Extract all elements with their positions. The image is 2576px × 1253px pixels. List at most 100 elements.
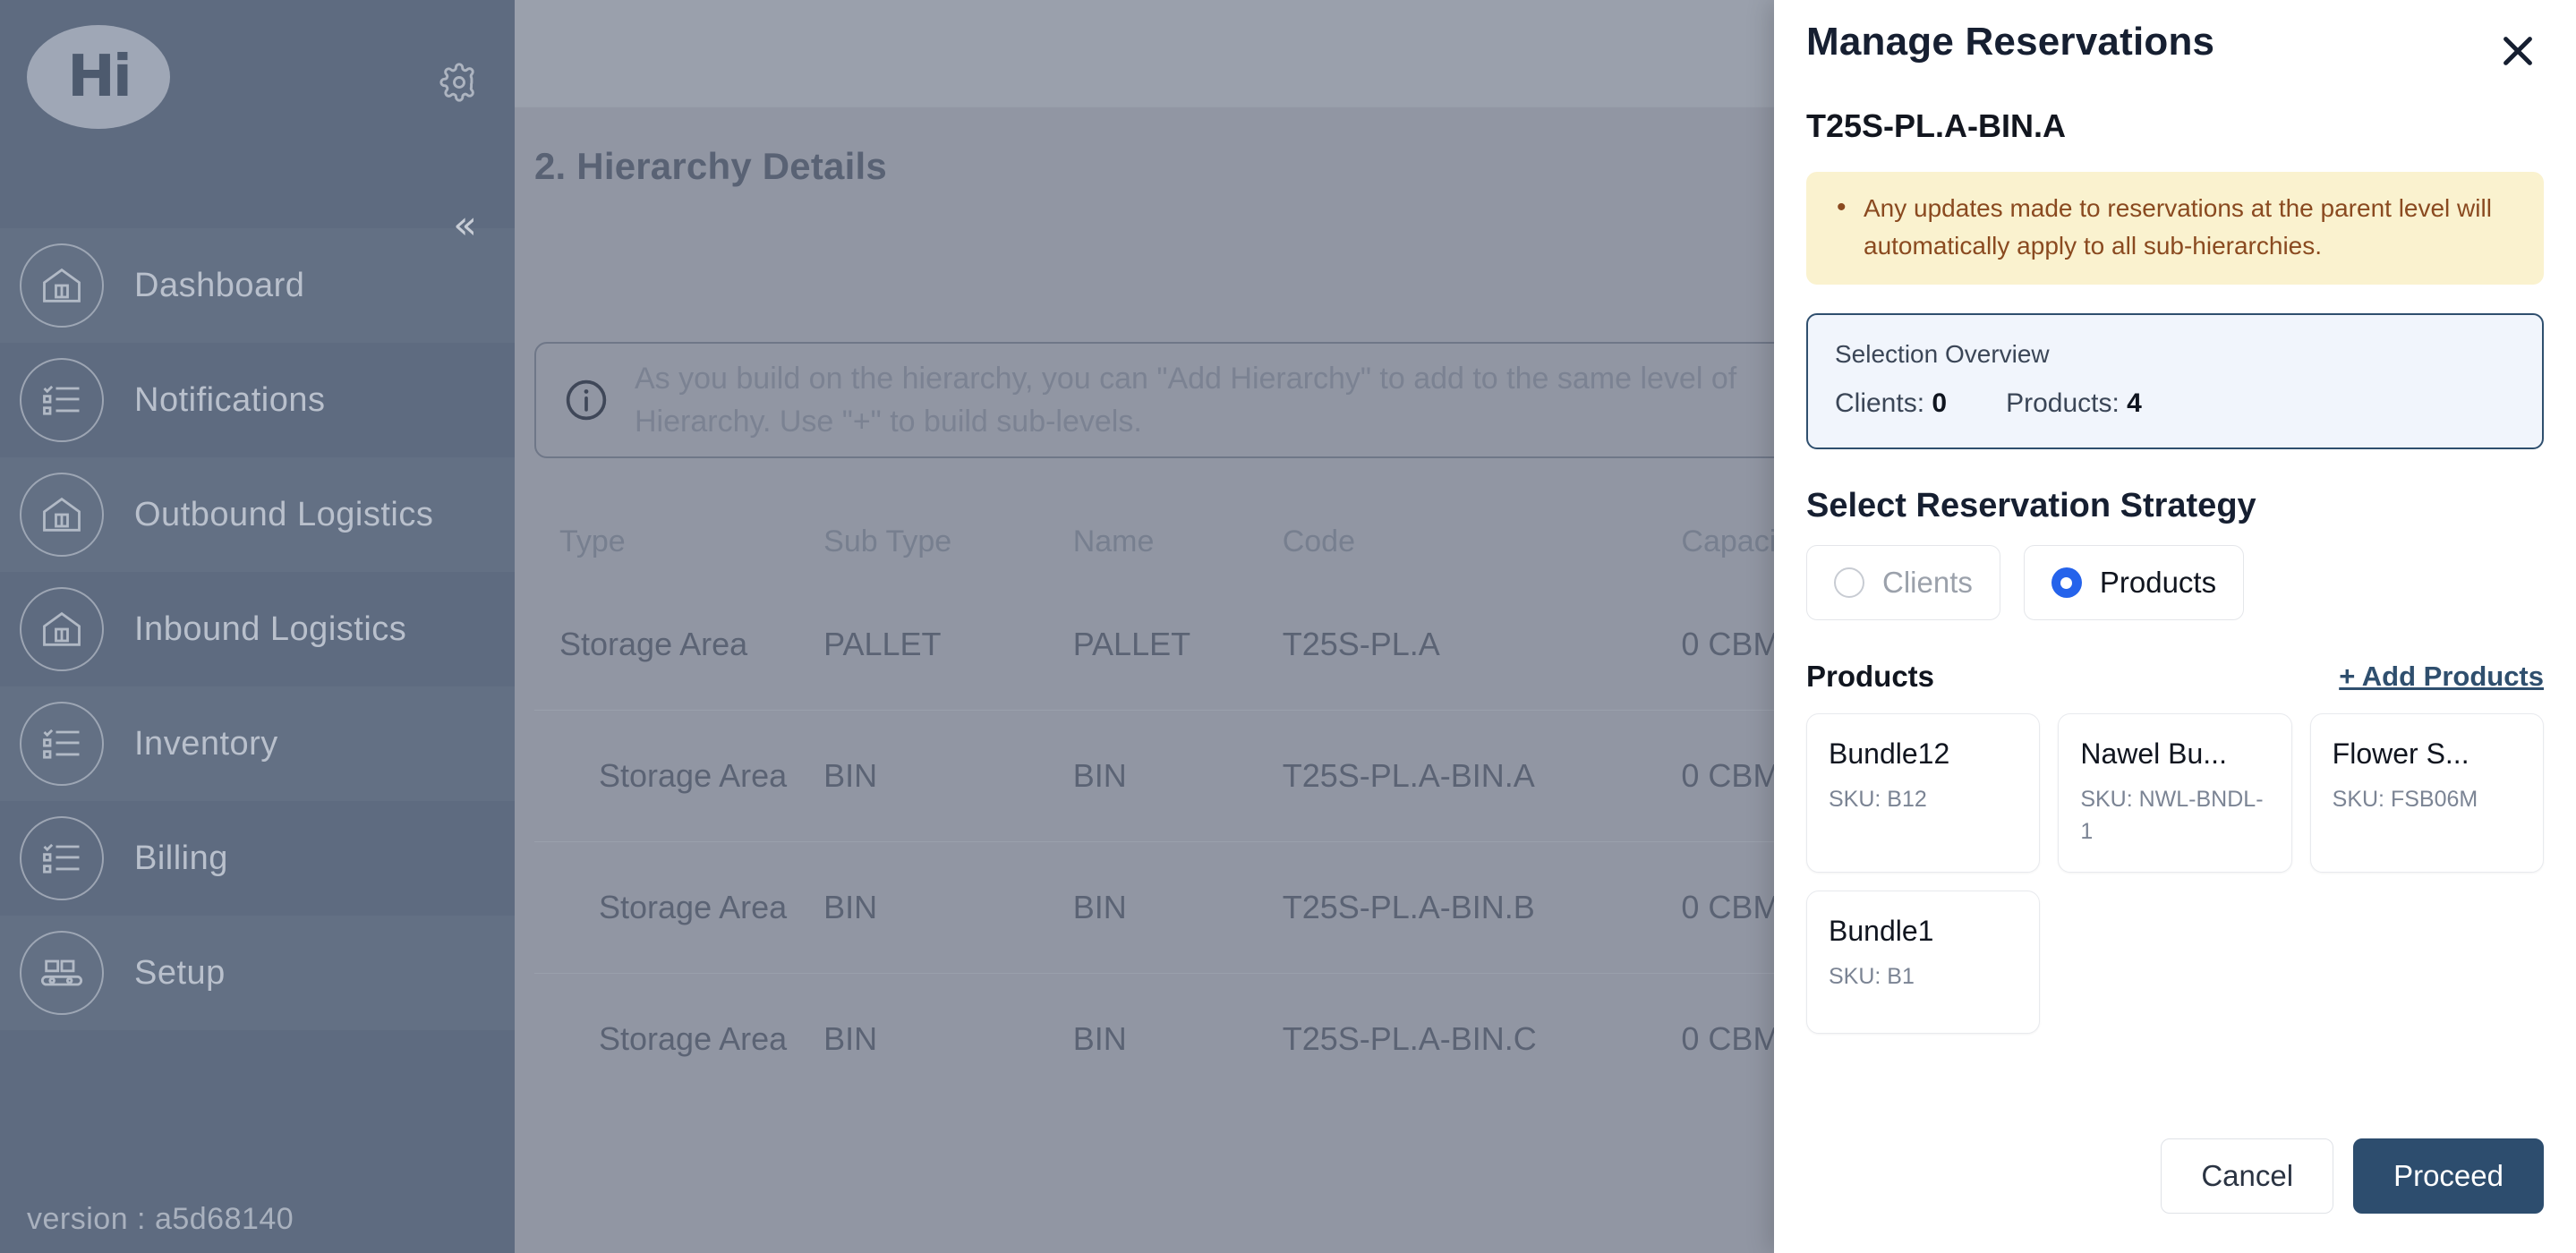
info-banner-text: As you build on the hierarchy, you can "… (635, 361, 1737, 439)
sidebar-item-notifications[interactable]: Notifications (0, 343, 515, 457)
column-header-type: Type (559, 524, 626, 558)
radio-unchecked-icon[interactable] (1834, 567, 1864, 598)
selection-overview-box: Selection Overview Clients: 0 Products: … (1806, 313, 2544, 449)
cell-sub-type: BIN (823, 710, 1073, 842)
warning-text: Any updates made to reservations at the … (1830, 187, 2521, 265)
strategy-option-products[interactable]: Products (2023, 545, 2245, 620)
cell-code: T25S-PL.A-BIN.A (1282, 710, 1682, 842)
sidebar-item-label: Billing (134, 839, 228, 877)
drawer-footer: Cancel Proceed (1806, 1138, 2544, 1253)
product-card[interactable]: Nawel Bu... SKU: NWL-BNDL-1 (2058, 713, 2292, 873)
logo-text: Hi (67, 44, 132, 110)
strategy-option-label: Clients (1882, 566, 1973, 599)
product-name: Nawel Bu... (2080, 737, 2227, 770)
gear-icon[interactable] (439, 63, 479, 102)
products-section-title: Products (1806, 660, 1935, 693)
sidebar-item-label: Setup (134, 953, 226, 992)
app-version: version : a5d68140 (27, 1202, 294, 1236)
sidebar-item-label: Dashboard (134, 266, 305, 304)
info-circle-icon (563, 377, 610, 423)
warning-banner: Any updates made to reservations at the … (1806, 172, 2544, 285)
product-sku: SKU: NWL-BNDL-1 (2080, 787, 2264, 845)
strategy-option-clients[interactable]: Clients (1806, 545, 2000, 620)
product-card[interactable]: Bundle1 SKU: B1 (1806, 890, 2041, 1034)
column-header-sub-type: Sub Type (823, 524, 952, 558)
table-row[interactable]: Storage Area BIN BIN T25S-PL.A-BIN.A 0 C… (534, 710, 1931, 842)
table-body: Storage Area PALLET PALLET T25S-PL.A 0 C… (534, 579, 1931, 1104)
sidebar-item-billing[interactable]: Billing (0, 801, 515, 916)
product-card[interactable]: Bundle12 SKU: B12 (1806, 713, 2041, 873)
cell-name: BIN (1072, 973, 1283, 1104)
app-logo: Hi (27, 25, 170, 129)
collapse-sidebar-icon[interactable]: « (453, 206, 477, 245)
sidebar-item-label: Notifications (134, 380, 326, 419)
selection-overview-title: Selection Overview (1835, 340, 2050, 368)
sidebar: Hi « Dashboard Notifications Outbound Lo… (0, 0, 515, 1253)
checklist-icon (20, 816, 104, 900)
drawer-subtitle: T25S-PL.A-BIN.A (1806, 107, 2067, 144)
sidebar-item-setup[interactable]: Setup (0, 916, 515, 1030)
sidebar-nav: Dashboard Notifications Outbound Logisti… (0, 228, 515, 1030)
product-sku: SKU: FSB06M (2332, 787, 2478, 812)
table-row[interactable]: Storage Area PALLET PALLET T25S-PL.A 0 C… (534, 579, 1931, 711)
cell-sub-type: BIN (823, 973, 1073, 1104)
radio-checked-icon[interactable] (2051, 567, 2082, 598)
cell-type: Storage Area (534, 841, 824, 974)
clients-value: 0 (1932, 388, 1948, 418)
products-value: 4 (2127, 388, 2142, 418)
sidebar-item-label: Inbound Logistics (134, 609, 407, 648)
cell-type: Storage Area (559, 626, 748, 662)
table-row[interactable]: Storage Area BIN BIN T25S-PL.A-BIN.B 0 C… (534, 841, 1931, 974)
checklist-icon (20, 358, 104, 442)
cancel-button[interactable]: Cancel (2161, 1138, 2334, 1214)
warehouse-icon (20, 473, 104, 557)
sidebar-header: Hi « (0, 0, 515, 245)
sidebar-item-label: Outbound Logistics (134, 495, 434, 533)
cell-name: PALLET (1072, 626, 1191, 662)
product-name: Flower S... (2332, 737, 2469, 770)
cell-type: Storage Area (534, 973, 824, 1104)
product-sku: SKU: B1 (1829, 963, 1915, 989)
cell-code: T25S-PL.A (1282, 626, 1440, 662)
products-label: Products: (2006, 388, 2120, 418)
sidebar-item-label: Inventory (134, 724, 278, 763)
sidebar-item-inventory[interactable]: Inventory (0, 686, 515, 801)
product-card[interactable]: Flower S... SKU: FSB06M (2309, 713, 2544, 873)
products-grid: Bundle12 SKU: B12 Nawel Bu... SKU: NWL-B… (1806, 713, 2544, 1034)
cell-code: T25S-PL.A-BIN.B (1282, 841, 1682, 974)
sidebar-item-dashboard[interactable]: Dashboard (0, 228, 515, 343)
hierarchy-table: Type Sub Type Name Code Capacity Storage… (534, 505, 1931, 1104)
product-sku: SKU: B12 (1829, 787, 1927, 812)
products-section-header: Products + Add Products (1806, 660, 2544, 694)
strategy-options: Clients Products (1806, 545, 2544, 620)
close-icon[interactable] (2497, 30, 2538, 72)
conveyor-icon (20, 931, 104, 1015)
cell-name: BIN (1072, 710, 1283, 842)
product-name: Bundle1 (1829, 914, 1934, 947)
strategy-option-label: Products (2099, 566, 2217, 599)
strategy-title: Select Reservation Strategy (1806, 487, 2256, 524)
checklist-icon (20, 702, 104, 786)
warehouse-icon (20, 587, 104, 671)
warehouse-icon (20, 243, 104, 328)
cell-type: Storage Area (534, 710, 824, 842)
app-root: Hi « Dashboard Notifications Outbound Lo… (0, 0, 2576, 1253)
info-banner: As you build on the hierarchy, you can "… (534, 342, 1895, 458)
proceed-button[interactable]: Proceed (2353, 1138, 2544, 1214)
clients-label: Clients: (1835, 388, 1925, 418)
column-header-code: Code (1282, 524, 1355, 558)
table-row[interactable]: Storage Area BIN BIN T25S-PL.A-BIN.C 0 C… (534, 973, 1931, 1104)
table-header: Type Sub Type Name Code Capacity (534, 505, 1931, 579)
cell-sub-type: PALLET (823, 626, 942, 662)
sidebar-item-outbound-logistics[interactable]: Outbound Logistics (0, 457, 515, 572)
cell-code: T25S-PL.A-BIN.C (1282, 973, 1682, 1104)
clients-count: Clients: 0 (1835, 388, 1947, 419)
drawer-header: Manage Reservations (1806, 0, 2544, 72)
cell-sub-type: BIN (823, 841, 1073, 974)
manage-reservations-drawer: Manage Reservations T25S-PL.A-BIN.A Any … (1774, 0, 2576, 1253)
products-count: Products: 4 (2006, 388, 2142, 419)
column-header-name: Name (1072, 524, 1155, 558)
sidebar-item-inbound-logistics[interactable]: Inbound Logistics (0, 572, 515, 686)
add-products-link[interactable]: + Add Products (2339, 661, 2544, 693)
product-name: Bundle12 (1829, 737, 1950, 770)
